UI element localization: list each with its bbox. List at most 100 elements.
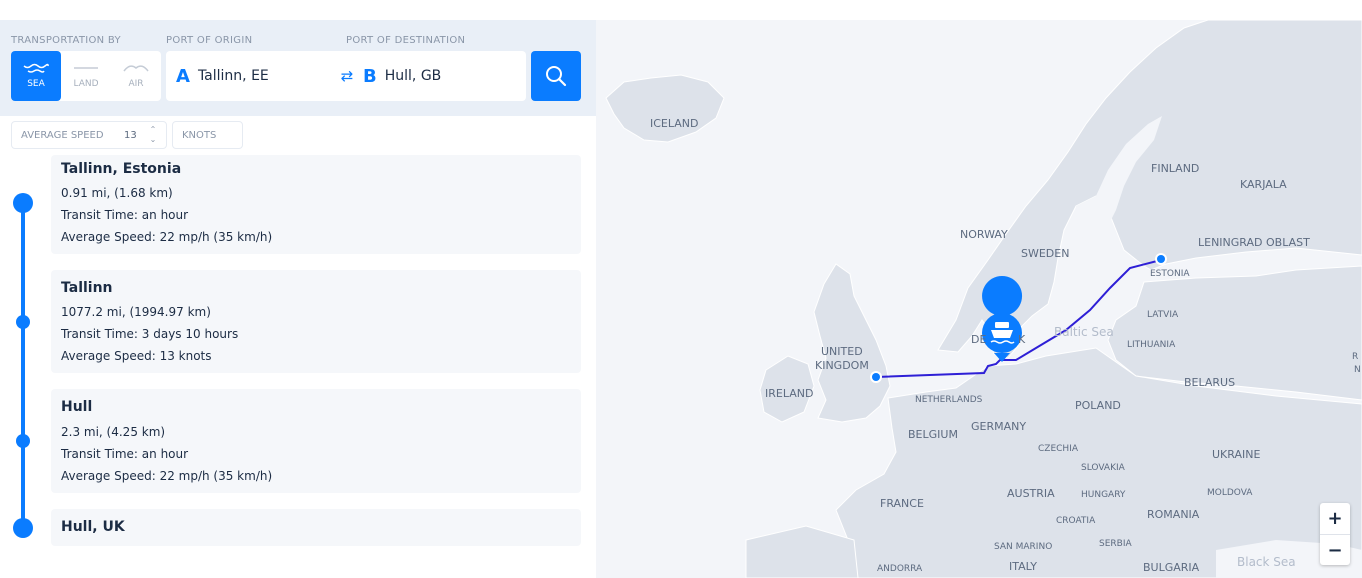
origin-label: PORT OF ORIGIN — [166, 35, 253, 46]
leg-card[interactable]: Tallinn 1077.2 mi, (1994.97 km) Transit … — [51, 270, 581, 373]
leg-title: Tallinn — [61, 280, 113, 296]
map-label-bulgaria: BULGARIA — [1143, 561, 1200, 574]
map-label-karjala: KARJALA — [1240, 178, 1287, 191]
leg-card[interactable]: Hull, UK — [51, 509, 581, 546]
timeline-dot-start — [13, 193, 33, 213]
map-label-belarus: BELARUS — [1184, 376, 1236, 389]
map-label-finland: FINLAND — [1151, 162, 1200, 175]
map-label-san-marino: SAN MARINO — [994, 542, 1053, 552]
leg-distance: 1077.2 mi, (1994.97 km) — [61, 305, 211, 319]
average-speed-label: AVERAGE SPEED — [21, 129, 104, 141]
leg-distance: 0.91 mi, (1.68 km) — [61, 186, 173, 200]
swap-icon[interactable]: ⇄ — [334, 63, 360, 89]
speed-stepper[interactable]: ⌃ ⌄ — [147, 126, 159, 144]
map-label-germany: GERMANY — [971, 420, 1027, 433]
search-bar: TRANSPORTATION BY PORT OF ORIGIN PORT OF… — [0, 20, 596, 116]
map-label-edge-r: R — [1352, 352, 1359, 362]
map-label-norway: NORWAY — [960, 228, 1008, 241]
destination-field[interactable]: B Hull, GB — [363, 51, 523, 101]
transport-mode-selector: SEA LAND AIR — [11, 51, 161, 101]
origin-marker-letter: A — [176, 65, 190, 87]
great-britain-shape — [813, 263, 891, 423]
leg-transit: Transit Time: 3 days 10 hours — [61, 327, 239, 341]
map-label-serbia: SERBIA — [1099, 539, 1132, 549]
zoom-control: + − — [1320, 503, 1350, 565]
leg-transit: Transit Time: an hour — [61, 208, 189, 222]
timeline-dot-end — [13, 518, 33, 538]
zoom-in-button[interactable]: + — [1320, 503, 1350, 534]
map-label-hungary: HUNGARY — [1081, 490, 1126, 500]
leg-title: Hull — [61, 399, 93, 415]
destination-point-inner — [872, 373, 880, 381]
mode-sea-label: SEA — [27, 79, 45, 89]
chevron-down-icon[interactable]: ⌄ — [150, 136, 157, 144]
origin-value: Tallinn, EE — [197, 68, 269, 84]
map-label-ireland: IRELAND — [765, 387, 814, 400]
mode-land-label: LAND — [73, 79, 99, 89]
map-label-netherlands: NETHERLANDS — [915, 395, 983, 405]
leg-card[interactable]: Tallinn, Estonia 0.91 mi, (1.68 km) Tran… — [51, 155, 581, 254]
map-label-romania: ROMANIA — [1147, 508, 1200, 521]
leg-title: Hull, UK — [61, 519, 125, 535]
map-label-slovakia: SLOVAKIA — [1081, 463, 1125, 473]
speed-unit-value: KNOTS — [182, 129, 217, 141]
timeline-line — [21, 203, 25, 528]
map-label-moldova: MOLDOVA — [1207, 488, 1253, 498]
map[interactable]: ICELAND FINLAND KARJALA NORWAY SWEDEN LE… — [596, 20, 1362, 578]
map-label-latvia: LATVIA — [1147, 310, 1179, 320]
road-icon — [74, 67, 98, 69]
map-label-france: FRANCE — [880, 497, 924, 510]
mode-land-button[interactable]: LAND — [61, 51, 111, 101]
map-label-edge-n: N — [1354, 365, 1361, 375]
timeline-dot — [16, 434, 30, 448]
waves-icon — [23, 63, 49, 73]
page: TRANSPORTATION BY PORT OF ORIGIN PORT OF… — [0, 0, 1362, 578]
map-label-lithuania: LITHUANIA — [1127, 340, 1176, 350]
top-gap — [0, 0, 1362, 20]
map-label-croatia: CROATIA — [1056, 516, 1096, 526]
route-inputs: A Tallinn, EE ⇄ B Hull, GB — [166, 51, 526, 101]
destination-marker-letter: B — [363, 65, 377, 87]
map-label-denmark-tail: K — [1018, 333, 1026, 346]
search-button[interactable] — [531, 51, 581, 101]
chevron-up-icon[interactable]: ⌃ — [150, 126, 157, 134]
average-speed-input[interactable]: AVERAGE SPEED 13 ⌃ ⌄ — [11, 121, 167, 149]
map-label-andorra: ANDORRA — [877, 564, 923, 574]
leg-speed: Average Speed: 22 mp/h (35 km/h) — [61, 230, 273, 244]
transport-label: TRANSPORTATION BY — [11, 35, 121, 46]
map-label-austria: AUSTRIA — [1007, 487, 1055, 500]
map-label-estonia: ESTONIA — [1150, 269, 1190, 279]
iberia-shape — [745, 525, 859, 578]
origin-field[interactable]: A Tallinn, EE — [176, 51, 336, 101]
map-label-italy: ITALY — [1009, 560, 1038, 573]
destination-value: Hull, GB — [384, 68, 442, 84]
map-label-leningrad: LENINGRAD OBLAST — [1198, 236, 1310, 249]
search-icon — [546, 66, 567, 87]
leg-distance: 2.3 mi, (4.25 km) — [61, 425, 166, 439]
speed-unit-select[interactable]: KNOTS — [172, 121, 243, 149]
map-label-iceland: ICELAND — [650, 117, 699, 130]
arc-icon — [123, 65, 149, 72]
map-label-ukraine: UKRAINE — [1212, 448, 1261, 461]
leg-speed: Average Speed: 22 mp/h (35 km/h) — [61, 469, 273, 483]
mode-air-label: AIR — [128, 79, 144, 89]
map-label-sweden: SWEDEN — [1021, 247, 1070, 260]
leg-transit: Transit Time: an hour — [61, 447, 189, 461]
zoom-out-button[interactable]: − — [1320, 534, 1350, 565]
map-label-uk-2: KINGDOM — [815, 359, 869, 372]
map-label-poland: POLAND — [1075, 399, 1121, 412]
average-speed-value: 13 — [124, 129, 137, 141]
route-panel: TRANSPORTATION BY PORT OF ORIGIN PORT OF… — [0, 20, 596, 578]
map-label-uk: UNITED — [821, 345, 863, 358]
iceland-shape — [605, 74, 725, 143]
mode-sea-button[interactable]: SEA — [11, 51, 61, 101]
map-label-denmark: DE — [971, 333, 987, 346]
destination-label: PORT OF DESTINATION — [346, 35, 466, 46]
mode-air-button[interactable]: AIR — [111, 51, 161, 101]
map-label-baltic-sea: Baltic Sea — [1054, 325, 1114, 339]
leg-speed: Average Speed: 13 knots — [61, 349, 212, 363]
map-label-czechia: CZECHIA — [1038, 444, 1078, 454]
origin-point-inner — [1157, 255, 1165, 263]
map-label-black-sea: Black Sea — [1237, 555, 1296, 569]
leg-card[interactable]: Hull 2.3 mi, (4.25 km) Transit Time: an … — [51, 389, 581, 493]
